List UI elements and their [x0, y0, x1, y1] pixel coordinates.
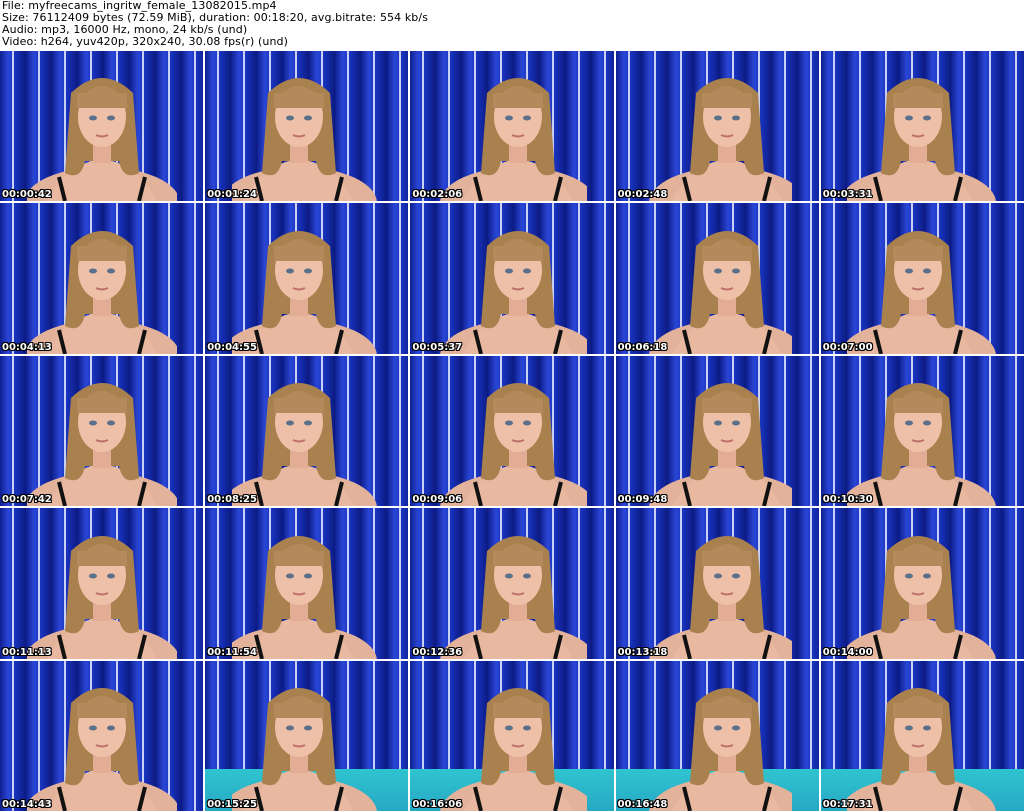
video-thumbnail: 00:15:25 [205, 660, 409, 811]
thumbnail-timestamp: 00:02:06 [412, 189, 463, 201]
thumbnail-timestamp: 00:16:06 [412, 798, 463, 810]
video-thumbnail: 00:00:42 [0, 51, 204, 202]
video-thumbnail: 00:14:00 [820, 508, 1024, 659]
person-figure [440, 230, 587, 354]
video-thumbnail: 00:12:36 [410, 508, 614, 659]
thumbnail-timestamp: 00:01:24 [207, 189, 257, 201]
person-figure [231, 383, 377, 507]
video-thumbnail: 00:14:43 [0, 660, 204, 811]
person-figure [649, 687, 793, 811]
video-thumbnail: 00:04:55 [205, 203, 409, 354]
video-thumbnail: 00:07:42 [0, 355, 204, 507]
person-figure [847, 78, 997, 202]
thumbnail-timestamp: 00:07:42 [2, 494, 52, 506]
thumbnail-timestamp: 00:04:55 [207, 341, 257, 353]
person-figure [649, 230, 793, 354]
video-thumbnail: 00:05:37 [410, 203, 614, 354]
person-figure [440, 687, 587, 811]
thumbnail-timestamp: 00:07:00 [822, 341, 873, 353]
thumbnail-timestamp: 00:04:13 [2, 341, 52, 353]
person-figure [649, 383, 793, 507]
video-thumbnail: 00:10:30 [820, 355, 1024, 507]
video-thumbnail: 00:02:48 [615, 51, 819, 202]
person-figure [231, 230, 377, 354]
person-figure [26, 383, 177, 507]
thumbnail-timestamp: 00:02:48 [617, 189, 668, 201]
thumbnail-timestamp: 00:14:43 [2, 798, 52, 810]
video-thumbnail: 00:11:54 [205, 508, 409, 659]
thumbnail-timestamp: 00:12:36 [412, 646, 463, 658]
thumbnail-grid: 00:00:42 00:01:24 00:02:06 00:02:48 00:03:31… [0, 51, 1024, 811]
file-info-header: File: myfreecams_ingritw_female_13082015… [2, 0, 1022, 50]
person-figure [231, 535, 377, 659]
person-figure [26, 230, 177, 354]
video-thumbnail: 00:04:13 [0, 203, 204, 354]
video-thumbnail: 00:06:18 [615, 203, 819, 354]
thumbnail-timestamp: 00:03:31 [822, 189, 873, 201]
thumbnail-timestamp: 00:17:31 [822, 798, 873, 810]
thumbnail-timestamp: 00:00:42 [2, 189, 52, 201]
video-thumbnail: 00:09:48 [615, 355, 819, 507]
person-figure [231, 687, 377, 811]
thumbnail-timestamp: 00:11:13 [2, 646, 52, 658]
thumbnail-timestamp: 00:16:48 [617, 798, 668, 810]
person-figure [440, 78, 587, 202]
person-figure [847, 230, 997, 354]
person-figure [26, 535, 177, 659]
video-thumbnail: 00:16:06 [410, 660, 614, 811]
person-figure [26, 78, 177, 202]
person-figure [440, 383, 587, 507]
thumbnail-timestamp: 00:11:54 [207, 646, 257, 658]
thumbnail-timestamp: 00:09:06 [412, 494, 463, 506]
thumbnail-timestamp: 00:13:18 [617, 646, 668, 658]
video-thumbnail: 00:08:25 [205, 355, 409, 507]
person-figure [649, 78, 793, 202]
person-figure [847, 687, 997, 811]
video-thumbnail: 00:02:06 [410, 51, 614, 202]
person-figure [231, 78, 377, 202]
video-info-line: Video: h264, yuv420p, 320x240, 30.08 fps… [2, 35, 289, 48]
video-thumbnail: 00:17:31 [820, 660, 1024, 811]
person-figure [649, 535, 793, 659]
thumbnail-timestamp: 00:05:37 [412, 341, 463, 353]
video-thumbnail: 00:01:24 [205, 51, 409, 202]
person-figure [847, 535, 997, 659]
thumbnail-timestamp: 00:06:18 [617, 341, 668, 353]
video-thumbnail: 00:09:06 [410, 355, 614, 507]
thumbnail-timestamp: 00:09:48 [617, 494, 668, 506]
thumbnail-timestamp: 00:15:25 [207, 798, 257, 810]
thumbnail-timestamp: 00:08:25 [207, 494, 257, 506]
video-thumbnail: 00:11:13 [0, 508, 204, 659]
video-thumbnail: 00:03:31 [820, 51, 1024, 202]
person-figure [26, 687, 177, 811]
thumbnail-timestamp: 00:14:00 [822, 646, 873, 658]
video-thumbnail: 00:16:48 [615, 660, 819, 811]
thumbnail-timestamp: 00:10:30 [822, 494, 873, 506]
person-figure [847, 383, 997, 507]
person-figure [440, 535, 587, 659]
video-thumbnail: 00:07:00 [820, 203, 1024, 354]
video-thumbnail: 00:13:18 [615, 508, 819, 659]
